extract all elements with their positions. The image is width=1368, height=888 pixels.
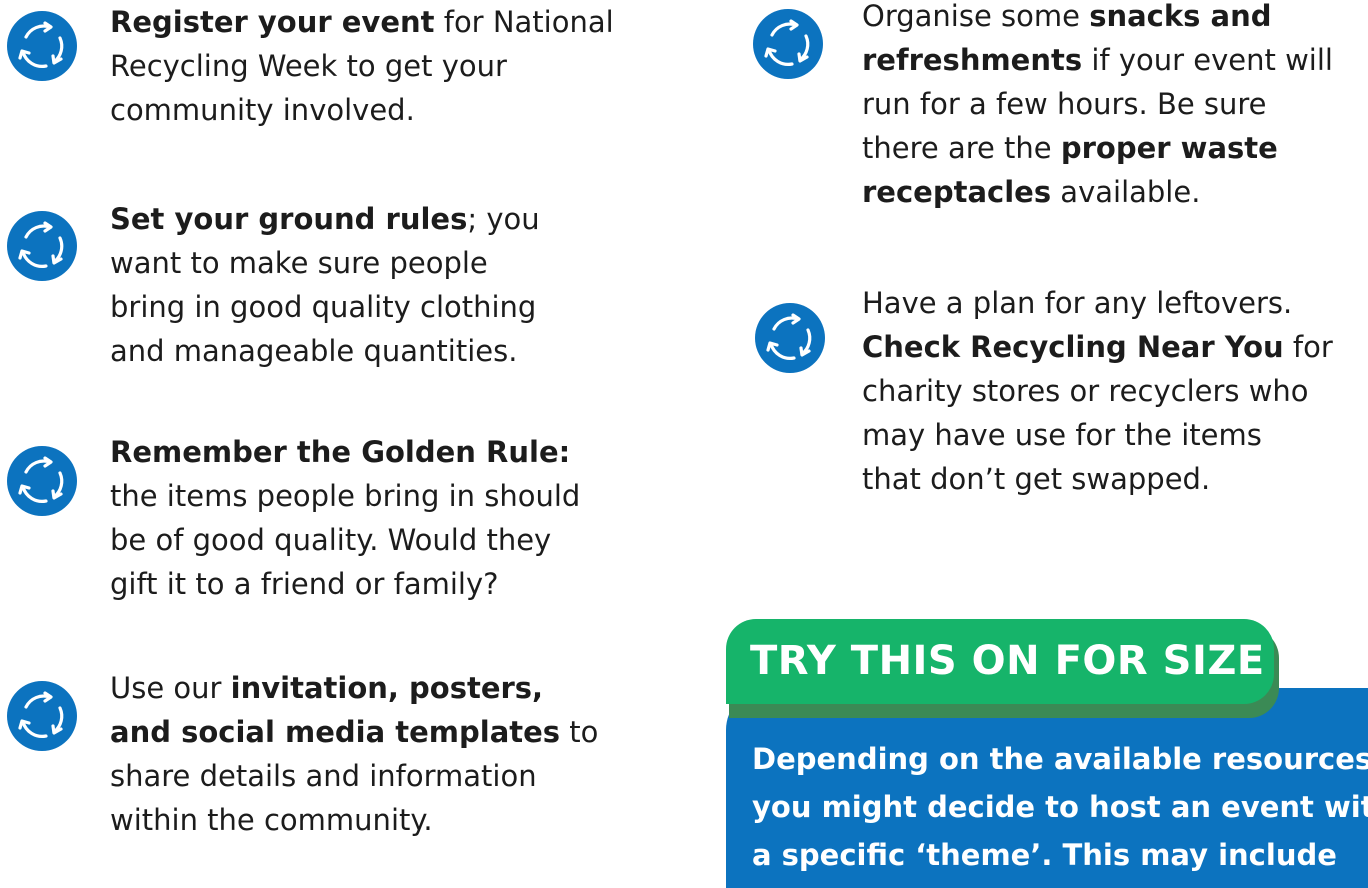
tip-line: run for a few hours. Be sure	[862, 82, 1333, 126]
tip-line: Set your ground rules; you	[110, 197, 540, 241]
tip-line: receptacles available.	[862, 170, 1333, 214]
tip-line: want to make sure people	[110, 241, 540, 285]
tip-line: Remember the Golden Rule:	[110, 430, 580, 474]
tip-line: and social media templates to	[110, 710, 598, 754]
tip-line: and manageable quantities.	[110, 329, 540, 373]
tip-fragment: community involved.	[110, 93, 415, 127]
tip-line: the items people bring in should	[110, 474, 580, 518]
tip-line: community involved.	[110, 88, 614, 132]
tip-line: Organise some snacks and	[862, 0, 1333, 38]
tip-line: there are the proper waste	[862, 126, 1333, 170]
tip-fragment: may have use for the items	[862, 418, 1262, 452]
tip-fragment: want to make sure people	[110, 246, 488, 280]
tip-fragment: for	[1283, 330, 1333, 364]
tip-line: Have a plan for any leftovers.	[862, 281, 1333, 325]
tip-text: Register your event for National Recyclin…	[110, 0, 614, 132]
recycle-icon	[6, 10, 78, 82]
tip-panel-text: Depending on the available resources, yo…	[752, 735, 1368, 879]
tip-emphasis: Check Recycling Near You	[862, 330, 1284, 364]
tip-emphasis: refreshments	[862, 43, 1083, 77]
tip-line: Recycling Week to get your	[110, 44, 614, 88]
tip-line: that don’t get swapped.	[862, 457, 1333, 501]
tip-text: Organise some snacks and refreshments if …	[862, 0, 1333, 214]
tip-fragment: within the community.	[110, 803, 433, 837]
tip-fragment: run for a few hours. Be sure	[862, 87, 1267, 121]
tip-panel-line: a specific ‘theme’. This may include	[752, 838, 1337, 872]
tip-emphasis: snacks and	[1089, 0, 1272, 33]
tip-panel-line: Depending on the available resources,	[752, 742, 1368, 776]
tip-emphasis: Register your event	[110, 5, 435, 39]
tip-emphasis: proper waste	[1060, 131, 1278, 165]
tip-fragment: Recycling Week to get your	[110, 49, 507, 83]
recycle-icon	[6, 210, 78, 282]
tip-fragment: the items people bring in should	[110, 479, 581, 513]
tip-fragment: share details and information	[110, 759, 537, 793]
tip-line: Register your event for National	[110, 0, 614, 44]
tip-line: charity stores or recyclers who	[862, 369, 1333, 413]
tip-line: Use our invitation, posters,	[110, 666, 598, 710]
tip-fragment: available.	[1051, 175, 1201, 209]
tip-panel-line: you might decide to host an event with	[752, 790, 1368, 824]
tip-fragment: Have a plan for any leftovers.	[862, 286, 1293, 320]
tip-fragment: ; you	[467, 202, 540, 236]
tip-text: Remember the Golden Rule: the items peopl…	[110, 430, 580, 606]
tip-fragment: for National	[434, 5, 614, 39]
tip-fragment: Use our	[110, 671, 231, 705]
tip-line: share details and information	[110, 754, 598, 798]
tip-line: within the community.	[110, 798, 598, 842]
tip-fragment: gift it to a friend or family?	[110, 567, 499, 601]
tip-emphasis: receptacles	[862, 175, 1052, 209]
tip-text: Have a plan for any leftovers. Check Recy…	[862, 281, 1333, 501]
tip-fragment: if your event will	[1082, 43, 1333, 77]
tip-line: may have use for the items	[862, 413, 1333, 457]
tip-emphasis: Remember the Golden Rule:	[110, 435, 571, 469]
tip-fragment: to	[560, 715, 599, 749]
tip-text: Use our invitation, posters, and social m…	[110, 666, 598, 842]
tip-text: Set your ground rules; you want to make s…	[110, 197, 540, 373]
tip-line: be of good quality. Would they	[110, 518, 580, 562]
recycle-icon	[754, 302, 826, 374]
tip-line: gift it to a friend or family?	[110, 562, 580, 606]
tip-fragment: be of good quality. Would they	[110, 523, 552, 557]
tip-line: Check Recycling Near You for	[862, 325, 1333, 369]
tip-fragment: Organise some	[862, 0, 1090, 33]
tip-emphasis: and social media templates	[110, 715, 561, 749]
tip-emphasis: Set your ground rules	[110, 202, 468, 236]
tip-fragment: bring in good quality clothing	[110, 290, 537, 324]
tip-line: refreshments if your event will	[862, 38, 1333, 82]
recycle-icon	[752, 8, 824, 80]
tip-fragment: that don’t get swapped.	[862, 462, 1211, 496]
recycle-icon	[6, 445, 78, 517]
tip-line: bring in good quality clothing	[110, 285, 540, 329]
tip-fragment: charity stores or recyclers who	[862, 374, 1309, 408]
tip-emphasis: invitation, posters,	[230, 671, 544, 705]
tip-fragment: there are the	[862, 131, 1061, 165]
tip-fragment: and manageable quantities.	[110, 334, 518, 368]
recycle-icon	[6, 680, 78, 752]
section-heading: TRY THIS ON FOR SIZE	[726, 619, 1274, 704]
